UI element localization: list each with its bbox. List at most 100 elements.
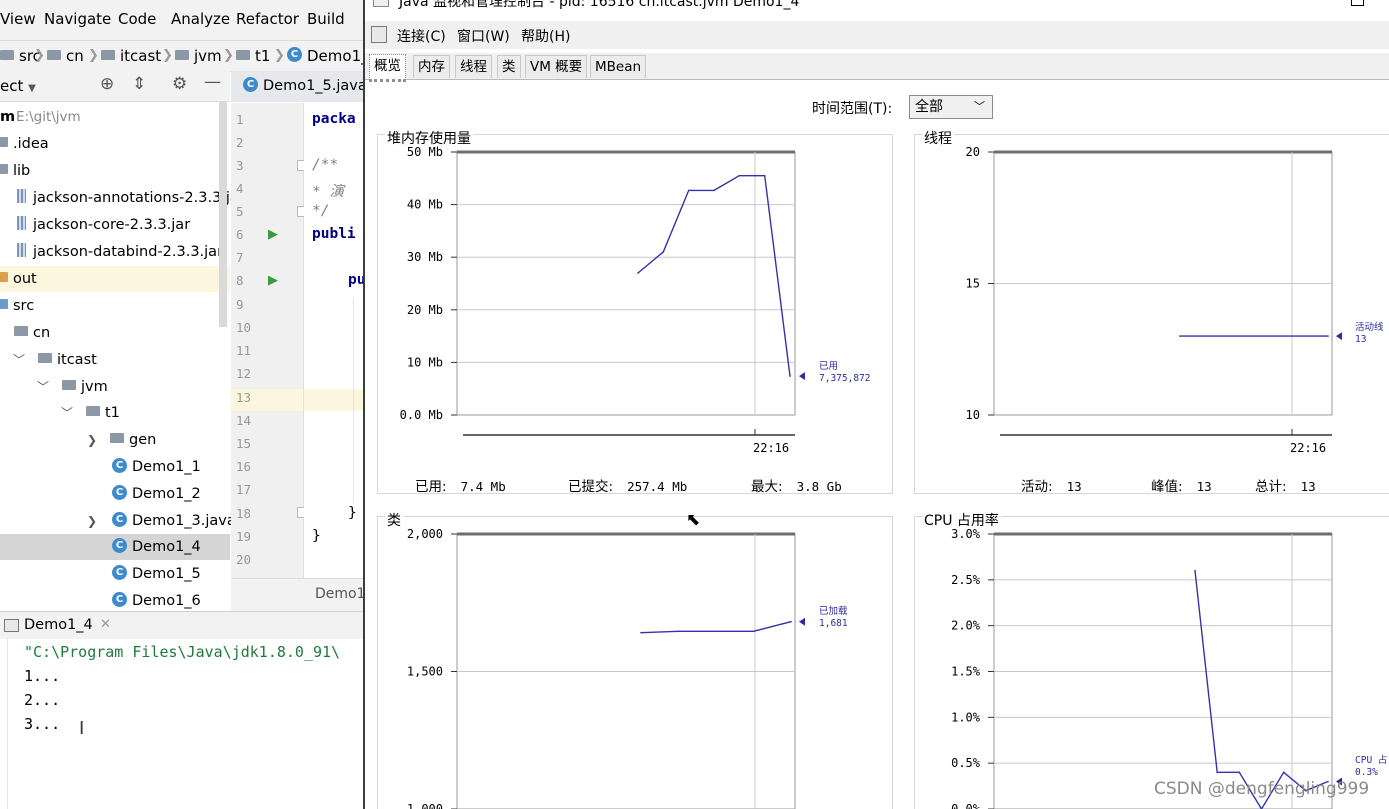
tab-memory[interactable]: 内存 bbox=[413, 55, 450, 78]
value-marker-icon bbox=[799, 372, 805, 381]
jconsole-tabs: 概览 内存 线程 类 VM 概要 MBean bbox=[365, 53, 1389, 82]
minimize-icon[interactable]: — bbox=[204, 72, 221, 92]
breadcrumb-t1[interactable]: t1 bbox=[236, 47, 270, 65]
ide-window: View Navigate Code Analyze Refactor Buil… bbox=[0, 0, 363, 809]
maximize-icon[interactable] bbox=[1351, 0, 1364, 6]
chevron-down-icon[interactable]: ﹀ bbox=[13, 347, 25, 373]
folder-icon bbox=[0, 137, 8, 147]
project-toolbar: ect ▼ ⊕ ⇕ ⚙ — bbox=[0, 71, 230, 102]
breadcrumb-jvm[interactable]: jvm bbox=[175, 47, 222, 65]
project-view-selector[interactable]: ect ▼ bbox=[0, 77, 36, 95]
folder-icon bbox=[0, 299, 8, 309]
stat-label: 峰值: bbox=[1151, 479, 1183, 495]
folder-icon bbox=[0, 272, 8, 282]
chevron-down-icon[interactable]: ﹀ bbox=[37, 374, 49, 400]
tree-item-jar[interactable]: jackson-core-2.3.3.jar bbox=[0, 212, 230, 238]
line-number: 19 bbox=[236, 529, 252, 544]
collapse-icon[interactable]: ⇕ bbox=[132, 74, 146, 94]
menu-refactor[interactable]: Refactor bbox=[236, 10, 299, 28]
tree-item-gen[interactable]: ❯ gen bbox=[0, 427, 230, 453]
console-line: 3... bbox=[24, 715, 61, 733]
menu-window[interactable]: 窗口(W) bbox=[457, 26, 510, 46]
menu-code[interactable]: Code bbox=[118, 10, 156, 28]
tree-scrollbar[interactable] bbox=[219, 102, 227, 327]
breadcrumb-demo[interactable]: C Demo1_ bbox=[287, 47, 363, 65]
run-gutter-icon[interactable]: ▶ bbox=[268, 273, 278, 288]
stat-label: 总计: bbox=[1255, 479, 1287, 495]
cpu-chart: 0.0% 0.5% 1.0% 1.5% 2.0% 2.5% 3.0% bbox=[951, 527, 1342, 809]
tree-item-out[interactable]: out bbox=[0, 266, 230, 292]
class-icon: C bbox=[112, 537, 127, 553]
plot-area bbox=[456, 151, 796, 416]
tree-item-cn[interactable]: cn bbox=[0, 320, 230, 346]
gear-icon[interactable]: ⚙ bbox=[172, 74, 187, 94]
tree-item-demo1-3[interactable]: ❯ C Demo1_3.java bbox=[0, 508, 236, 534]
tree-item-idea[interactable]: .idea bbox=[0, 131, 230, 157]
data-point bbox=[752, 630, 755, 633]
tree-item-jvm[interactable]: ﹀ jvm bbox=[0, 374, 230, 400]
tree-item-jar[interactable]: jackson-databind-2.3.3.jar bbox=[0, 239, 230, 265]
stat-value: 13 bbox=[1196, 479, 1212, 494]
run-tab-label[interactable]: Demo1_4 bbox=[24, 617, 93, 633]
text-cursor-icon: I bbox=[79, 718, 85, 739]
chevron-down-icon[interactable]: ﹀ bbox=[61, 400, 73, 426]
code-editor[interactable]: packa /** * 演 */ publi pu } } bbox=[304, 103, 363, 578]
line-number: 7 bbox=[236, 250, 244, 265]
tree-item-demo1-5[interactable]: C Demo1_5 bbox=[0, 561, 230, 587]
breadcrumb-separator-icon: ❯ bbox=[88, 48, 99, 63]
breadcrumb-itcast[interactable]: itcast bbox=[101, 47, 161, 65]
tree-item-demo1-1[interactable]: C Demo1_1 bbox=[0, 454, 230, 480]
threads-annotation-label: 活动线 bbox=[1355, 322, 1384, 333]
minimize-icon[interactable]: — bbox=[1299, 0, 1315, 7]
menu-view[interactable]: View bbox=[0, 10, 36, 28]
tree-item-t1[interactable]: ﹀ t1 bbox=[0, 400, 230, 426]
folder-icon bbox=[110, 433, 124, 443]
tab-threads[interactable]: 线程 bbox=[455, 55, 492, 78]
tree-item-demo1-2[interactable]: C Demo1_2 bbox=[0, 481, 230, 507]
locate-icon[interactable]: ⊕ bbox=[100, 74, 114, 94]
y-tick-label: 2,000 bbox=[407, 527, 443, 541]
menu-connect[interactable]: 连接(C) bbox=[397, 26, 446, 46]
tree-item-lib[interactable]: lib bbox=[0, 158, 230, 184]
code-line: */ bbox=[312, 203, 330, 219]
tree-item-itcast[interactable]: ﹀ itcast bbox=[0, 347, 230, 373]
time-range-select[interactable]: 全部 ﹀ bbox=[909, 95, 993, 119]
tree-item-jar[interactable]: jackson-annotations-2.3.3.jar bbox=[0, 185, 245, 211]
folder-icon bbox=[0, 164, 8, 174]
editor-tab[interactable]: C Demo1_5.java bbox=[231, 71, 363, 102]
tree-root[interactable]: m E:\git\jvm bbox=[0, 104, 230, 130]
chevron-right-icon[interactable]: ❯ bbox=[87, 508, 97, 534]
tab-vm-summary[interactable]: VM 概要 bbox=[525, 55, 588, 78]
line-number: 18 bbox=[236, 506, 252, 521]
data-point bbox=[687, 189, 690, 192]
classes-annotation-value: 1,681 bbox=[819, 618, 848, 629]
stat-value: 3.8 Gb bbox=[796, 479, 842, 494]
breadcrumb-cn[interactable]: cn bbox=[47, 47, 84, 65]
tab-mbean[interactable]: MBean bbox=[590, 55, 647, 78]
line-number: 14 bbox=[236, 413, 252, 428]
line-number: 4 bbox=[236, 181, 244, 196]
code-line: pu bbox=[348, 272, 363, 288]
heap-annotation-value: 7,375,872 bbox=[819, 373, 871, 384]
threads-annotation-value: 13 bbox=[1355, 334, 1367, 345]
breadcrumb-separator-icon: ❯ bbox=[162, 48, 173, 63]
y-tick-label: 2.5% bbox=[951, 573, 981, 587]
close-icon[interactable]: ✕ bbox=[100, 617, 111, 632]
menu-analyze[interactable]: Analyze bbox=[171, 10, 230, 28]
menu-build[interactable]: Build bbox=[307, 10, 345, 28]
data-point bbox=[790, 620, 792, 623]
stat-label: 活动: bbox=[1021, 479, 1053, 495]
tree-item-demo1-4[interactable]: C Demo1_4 bbox=[0, 534, 230, 560]
tree-item-src[interactable]: src bbox=[0, 293, 230, 319]
menu-help[interactable]: 帮助(H) bbox=[521, 26, 570, 46]
window-titlebar: Java 监视和管理控制台 - pid: 16516 cn.itcast.jvm… bbox=[365, 0, 1389, 20]
tab-classes[interactable]: 类 bbox=[497, 55, 521, 78]
chevron-right-icon[interactable]: ❯ bbox=[87, 427, 97, 453]
menu-navigate[interactable]: Navigate bbox=[44, 10, 111, 28]
run-gutter-icon[interactable]: ▶ bbox=[268, 227, 278, 242]
tab-overview[interactable]: 概览 bbox=[369, 54, 406, 82]
line-number: 13 bbox=[236, 390, 252, 405]
classes-annotation-label: 已加载 bbox=[819, 606, 848, 617]
console-output[interactable]: "C:\Program Files\Java\jdk1.8.0_91\ 1...… bbox=[0, 639, 363, 809]
folder-icon bbox=[101, 49, 115, 60]
